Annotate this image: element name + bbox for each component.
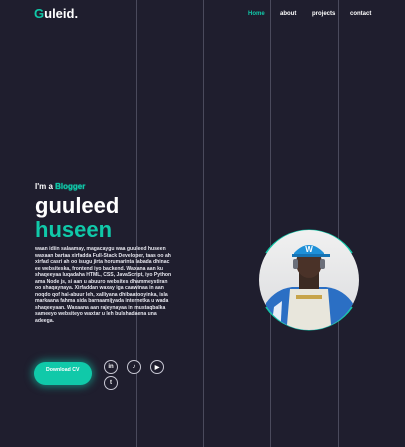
grid-line: [136, 0, 137, 447]
twitter-icon[interactable]: t: [104, 376, 118, 390]
svg-text:W: W: [305, 245, 313, 254]
intro-role: Blogger: [55, 182, 86, 191]
hero-first-name: guuleed: [35, 193, 120, 218]
hero-description: waan idiin salaamay, magacaygu waa guule…: [35, 246, 172, 324]
linkedin-icon[interactable]: in: [104, 360, 118, 374]
nav-home[interactable]: Home: [248, 11, 265, 17]
download-cv-button[interactable]: Download CV: [34, 362, 92, 385]
grid-line: [203, 0, 204, 447]
logo-initial: G: [34, 6, 45, 21]
profile-portrait: W: [259, 229, 359, 331]
nav-contact[interactable]: contact: [350, 11, 371, 17]
nav-about[interactable]: about: [280, 11, 296, 17]
hero-intro: I'm a Blogger: [35, 182, 85, 191]
logo-text: uleid.: [44, 6, 79, 21]
nav-projects[interactable]: projects: [312, 11, 335, 17]
hero-last-name: huseen: [35, 217, 113, 242]
tiktok-icon[interactable]: ♪: [127, 360, 141, 374]
intro-prefix: I'm a: [35, 182, 56, 191]
logo[interactable]: Guleid.: [34, 6, 78, 21]
youtube-icon[interactable]: ▶: [150, 360, 164, 374]
